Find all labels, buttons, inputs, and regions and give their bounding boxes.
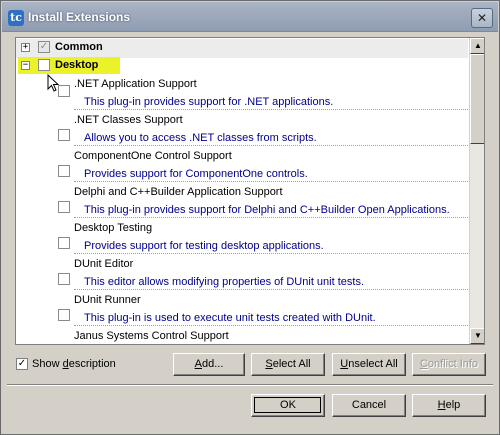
select-all-button[interactable]: Select All <box>251 353 325 376</box>
show-description-label[interactable]: Show description <box>32 358 116 370</box>
group-row-desktop[interactable]: − Desktop <box>16 57 468 76</box>
window-title: Install Extensions <box>28 10 131 24</box>
extension-checkbox[interactable] <box>58 201 70 213</box>
list-item[interactable]: .NET Classes Support Allows you to acces… <box>16 112 468 148</box>
title-bar: tc Install Extensions ✕ <box>2 2 498 32</box>
extensions-list: + ✓ Common − Desktop .NET Application Su… <box>15 37 485 345</box>
group-label-desktop: Desktop <box>55 59 99 71</box>
show-description-checkbox[interactable]: ✓ <box>16 358 28 370</box>
extension-name: DUnit Runner <box>74 294 141 306</box>
extensions-list-content: + ✓ Common − Desktop .NET Application Su… <box>16 38 468 344</box>
close-button[interactable]: ✕ <box>471 8 493 28</box>
add-button[interactable]: Add... <box>173 353 245 376</box>
group-checkbox-common[interactable]: ✓ <box>38 41 50 53</box>
extension-description: Provides support for testing desktop app… <box>84 240 324 252</box>
extension-description: This plug-in is used to execute unit tes… <box>84 312 376 324</box>
extension-checkbox[interactable] <box>58 237 70 249</box>
expand-plus-icon[interactable]: + <box>21 43 30 52</box>
scrollbar-thumb[interactable] <box>470 54 484 144</box>
extension-name: .NET Application Support <box>74 78 197 90</box>
extension-checkbox[interactable] <box>58 273 70 285</box>
extension-name: DUnit Editor <box>74 258 134 270</box>
list-item[interactable]: Janus Systems Control Support <box>16 328 468 344</box>
extension-description: Provides support for ComponentOne contro… <box>84 168 308 180</box>
unselect-all-button[interactable]: Unselect All <box>332 353 406 376</box>
conflict-info-button[interactable]: Conflict Info <box>412 353 486 376</box>
extension-checkbox[interactable] <box>58 129 70 141</box>
group-row-common[interactable]: + ✓ Common <box>16 39 468 58</box>
select-all-button-accel: S <box>265 358 273 370</box>
extension-name: Desktop Testing <box>74 222 153 234</box>
list-item[interactable]: Desktop Testing Provides support for tes… <box>16 220 468 256</box>
help-button-text: elp <box>445 399 461 411</box>
show-description-label-post: escription <box>68 358 116 370</box>
extension-name: .NET Classes Support <box>74 114 183 126</box>
testcomplete-app-icon: tc <box>8 10 24 26</box>
scroll-up-icon[interactable]: ▲ <box>470 38 484 54</box>
extension-description: This editor allows modifying properties … <box>84 276 365 288</box>
item-separator <box>74 217 468 218</box>
vertical-scrollbar[interactable]: ▲ ▼ <box>469 38 484 344</box>
help-button[interactable]: Help <box>412 394 486 417</box>
item-separator <box>74 289 468 290</box>
item-separator <box>74 325 468 326</box>
install-extensions-dialog: tc Install Extensions ✕ + ✓ Common − Des… <box>0 0 500 435</box>
default-button-focus-ring <box>254 397 321 413</box>
item-separator <box>74 181 468 182</box>
show-description-label-pre: Show <box>32 358 63 370</box>
footer-divider <box>7 384 493 386</box>
extension-description: This plug-in provides support for .NET a… <box>84 96 334 108</box>
unselect-all-button-text: nselect All <box>348 358 398 370</box>
conflict-info-button-accel: C <box>419 358 428 370</box>
extension-name: Delphi and C++Builder Application Suppor… <box>74 186 283 198</box>
item-separator <box>74 109 468 110</box>
list-item[interactable]: Delphi and C++Builder Application Suppor… <box>16 184 468 220</box>
select-all-button-text: elect All <box>272 358 311 370</box>
cancel-button[interactable]: Cancel <box>332 394 406 417</box>
list-item[interactable]: .NET Application Support This plug-in pr… <box>16 76 468 112</box>
item-separator <box>74 253 468 254</box>
list-item[interactable]: DUnit Runner This plug-in is used to exe… <box>16 292 468 328</box>
extension-checkbox[interactable] <box>58 309 70 321</box>
extension-description: Allows you to access .NET classes from s… <box>84 132 317 144</box>
extension-name: ComponentOne Control Support <box>74 150 232 162</box>
ok-button[interactable]: OK <box>251 394 325 417</box>
add-button-accel: A <box>194 358 202 370</box>
list-item[interactable]: ComponentOne Control Support Provides su… <box>16 148 468 184</box>
add-button-text: dd... <box>201 358 224 370</box>
extension-name: Janus Systems Control Support <box>74 330 229 342</box>
group-checkbox-desktop[interactable] <box>38 59 50 71</box>
conflict-info-button-text: onflict Info <box>427 358 479 370</box>
extension-description: This plug-in provides support for Delphi… <box>84 204 450 216</box>
item-separator <box>74 145 468 146</box>
unselect-all-button-accel: U <box>340 358 349 370</box>
extension-checkbox[interactable] <box>58 165 70 177</box>
list-item[interactable]: DUnit Editor This editor allows modifyin… <box>16 256 468 292</box>
group-label-common: Common <box>55 41 103 53</box>
help-button-accel: H <box>437 399 446 411</box>
collapse-minus-icon[interactable]: − <box>21 61 30 70</box>
scroll-down-icon[interactable]: ▼ <box>470 328 484 344</box>
